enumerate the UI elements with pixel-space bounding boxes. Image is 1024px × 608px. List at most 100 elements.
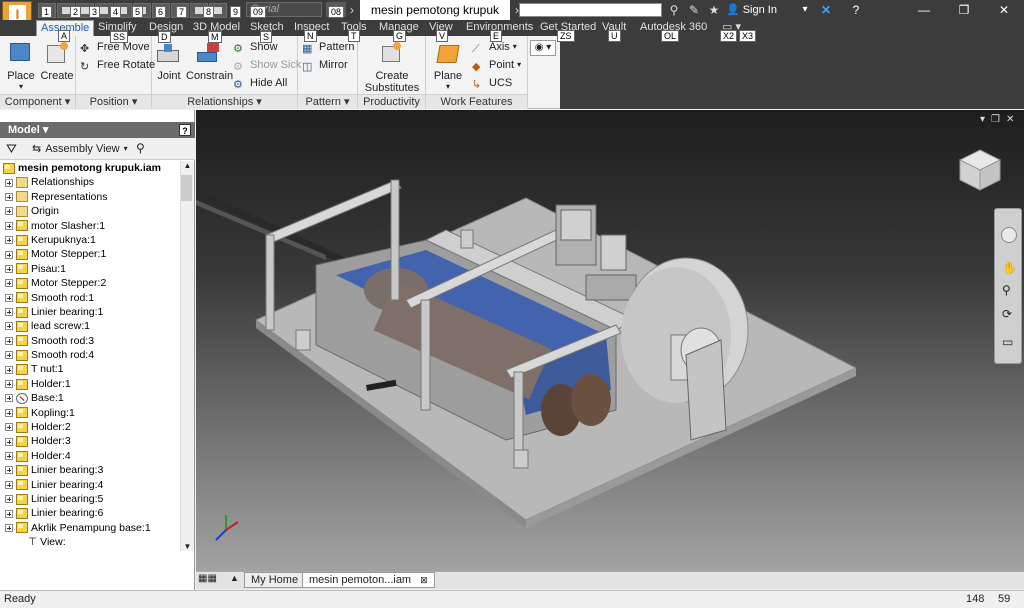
tree-item[interactable]: Linier bearing:4 (0, 478, 180, 492)
hide-all-button[interactable]: ⚙ Hide All (233, 75, 287, 91)
tree-item[interactable]: motor Slasher:1 (0, 219, 180, 233)
zoom-icon[interactable]: ⚲ (1002, 283, 1011, 297)
constrain-button[interactable]: Constrain (186, 40, 233, 82)
place-dropdown-icon[interactable]: ▾ (4, 82, 38, 91)
create-substitutes-button[interactable]: Create Substitutes (362, 40, 422, 94)
tree-item[interactable]: Origin (0, 204, 180, 218)
restore-button[interactable]: ❐ (944, 0, 984, 20)
expand-icon[interactable] (5, 293, 13, 302)
tile-windows-icon[interactable]: ▦▦ (198, 573, 228, 587)
mirror-button[interactable]: ◫ Mirror (302, 57, 348, 73)
tree-item[interactable]: Akrlik Penampung base:1 (0, 521, 180, 535)
tree-item[interactable]: Linier bearing:3 (0, 463, 180, 477)
tree-item[interactable]: Holder:2 (0, 420, 180, 434)
expand-icon[interactable] (5, 394, 13, 403)
expand-icon[interactable] (5, 351, 13, 360)
expand-icon[interactable] (5, 336, 13, 345)
tree-item[interactable]: Holder:1 (0, 377, 180, 391)
overflow-chevron-icon[interactable]: › (344, 2, 360, 18)
search-input[interactable] (519, 3, 662, 17)
expand-icon[interactable] (5, 452, 13, 460)
help-icon-small[interactable]: ? (179, 124, 191, 136)
tree-item[interactable]: Linier bearing:6 (0, 506, 180, 520)
plane-dropdown-icon[interactable]: ▾ (430, 82, 466, 91)
close-tab-icon[interactable]: ⊠ (420, 575, 428, 585)
tree-item[interactable]: Pisau:1 (0, 262, 180, 276)
filter-icon[interactable]: ⛛ (6, 141, 17, 157)
plane-button[interactable]: Plane ▾ (430, 40, 466, 91)
expand-icon[interactable] (5, 523, 13, 532)
doc-tab-assembly[interactable]: mesin pemoton...iam ⊠ (302, 572, 435, 588)
exchange-icon[interactable]: ✕ (818, 2, 834, 18)
close-button[interactable]: ✕ (984, 0, 1024, 20)
tree-scrollbar[interactable]: ▲ ▼ (180, 161, 194, 551)
tree-item[interactable]: Linier bearing:5 (0, 492, 180, 506)
binoculars-icon[interactable]: ⚲ (666, 2, 682, 18)
expand-icon[interactable] (5, 365, 13, 374)
expand-icon[interactable] (5, 236, 13, 245)
navigate-dropdown-icon[interactable]: ◉ ▾ (530, 40, 556, 56)
expand-icon[interactable] (5, 221, 13, 230)
tree-item[interactable]: Smooth rod:1 (0, 291, 180, 305)
tree-item[interactable]: Representations (0, 190, 180, 204)
tree-item[interactable]: Smooth rod:3 (0, 334, 180, 348)
expand-icon[interactable] (5, 495, 13, 504)
place-button[interactable]: Place ▾ (4, 40, 38, 91)
expand-icon[interactable] (5, 509, 13, 518)
model-browser-header[interactable]: Model ▾ ? (0, 122, 195, 138)
tree-item[interactable]: Motor Stepper:1 (0, 247, 180, 261)
tree-item[interactable]: Kopling:1 (0, 406, 180, 420)
expand-icon[interactable] (5, 250, 13, 259)
tree-item[interactable]: Smooth rod:4 (0, 348, 180, 362)
subscription-icon[interactable]: ✎ (686, 2, 702, 18)
dropdown-arrow-icon[interactable]: ▾ (797, 2, 813, 18)
panel-label-component[interactable]: Component ▾ (0, 94, 75, 109)
tree-item[interactable]: Base:1 (0, 391, 180, 405)
look-at-icon[interactable]: ▭ (1002, 335, 1013, 349)
tree-item[interactable]: Motor Stepper:2 (0, 276, 180, 290)
pan-hand-icon[interactable]: ✋ (1002, 261, 1017, 275)
tree-sub-item[interactable]: ⊤ View: (0, 535, 180, 549)
expand-icon[interactable] (5, 466, 13, 475)
expand-icon[interactable] (5, 264, 13, 273)
expand-icon[interactable] (5, 308, 13, 317)
expand-icon[interactable] (5, 380, 13, 389)
point-button[interactable]: ◆ Point ▾ (472, 57, 521, 73)
expand-icon[interactable] (5, 178, 13, 187)
tree-scroll-thumb[interactable] (181, 175, 192, 201)
favorites-star-icon[interactable]: ★ (706, 2, 722, 18)
sign-in-button[interactable]: 👤 Sign In (726, 2, 777, 18)
tree-item[interactable]: lead screw:1 (0, 319, 180, 333)
tree-item[interactable]: Relationships (0, 175, 180, 189)
assembly-view-dropdown[interactable]: ⇆ Assembly View ▾ (32, 141, 128, 157)
tree-item[interactable]: Kerupuknya:1 (0, 233, 180, 247)
expand-icon[interactable] (5, 423, 13, 432)
scroll-down-icon[interactable]: ▼ (181, 542, 194, 551)
joint-button[interactable]: Joint (154, 40, 184, 82)
tree-item[interactable]: T nut:1 (0, 362, 180, 376)
show-sick-button[interactable]: ⚙ Show Sick (233, 57, 301, 73)
panel-label-pattern[interactable]: Pattern ▾ (298, 94, 357, 109)
expand-icon[interactable] (5, 207, 13, 216)
expand-icon[interactable] (5, 322, 13, 331)
scroll-up-icon[interactable]: ▲ (181, 161, 194, 170)
panel-label-position[interactable]: Position ▾ (76, 94, 151, 109)
view-cube[interactable] (958, 148, 1002, 192)
create-button[interactable]: Create (40, 40, 74, 82)
doc-tab-my-home[interactable]: My Home (244, 572, 306, 588)
minimize-button[interactable]: — (904, 0, 944, 20)
free-rotate-button[interactable]: ↻ Free Rotate (80, 57, 155, 73)
graphics-viewport[interactable] (196, 110, 1024, 571)
expand-icon[interactable] (5, 408, 13, 417)
expand-icon[interactable] (5, 279, 13, 288)
panel-label-relationships[interactable]: Relationships ▾ (152, 94, 297, 109)
tree-root[interactable]: mesin pemotong krupuk.iam (0, 161, 180, 175)
ucs-button[interactable]: ↳ UCS (472, 75, 512, 91)
tab-list-icon[interactable]: ▲ (230, 573, 242, 587)
orbit-icon[interactable]: ⟳ (1002, 307, 1012, 321)
find-binoculars-icon[interactable]: ⚲ (136, 141, 145, 155)
help-icon[interactable]: ? (848, 2, 864, 18)
expand-icon[interactable] (5, 480, 13, 489)
tree-item[interactable]: Holder:4 (0, 449, 180, 463)
expand-icon[interactable] (5, 437, 13, 446)
